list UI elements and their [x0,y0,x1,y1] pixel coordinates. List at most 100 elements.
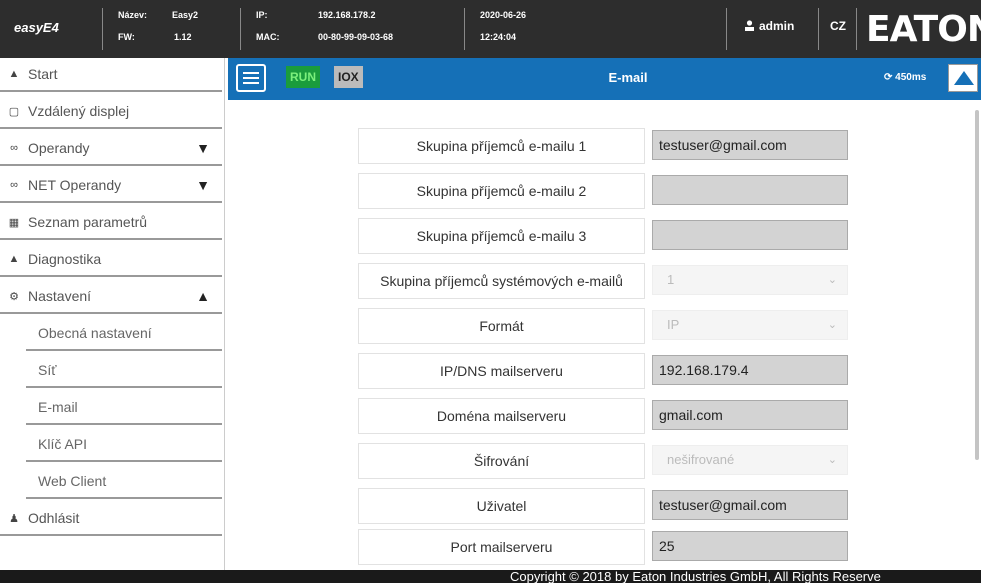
form-row: Skupina příjemců e-mailu 3 [358,218,856,254]
time-value: 12:24:04 [480,32,517,42]
system-recipient-group-select[interactable]: 1 ⌄ [652,265,848,295]
eaton-logo: EATON [866,8,981,50]
run-status-badge[interactable]: RUN [286,66,320,88]
field-label: Port mailserveru [358,529,645,565]
caret-down-icon: ▼ [196,140,210,156]
select-value: IP [667,317,680,332]
chevron-down-icon: ⌄ [827,454,837,466]
link-icon: ∞ [10,142,18,154]
username-input[interactable]: testuser@gmail.com [652,490,848,520]
sidebar-item-label: Start [28,66,58,82]
field-label: Doména mailserveru [358,398,645,434]
form-row: Port mailserveru 25 [358,529,856,565]
recipient-group-1-input[interactable]: testuser@gmail.com [652,130,848,160]
submenu-web-client[interactable]: Web Client [26,465,222,499]
user-icon: ♟ [9,512,19,525]
submenu-email[interactable]: E-mail [26,391,222,425]
form-row: Formát IP ⌄ [358,308,856,344]
form-row: Uživatel testuser@gmail.com [358,488,856,524]
recipient-group-3-input[interactable] [652,220,848,250]
mailserver-ip-input[interactable]: 192.168.179.4 [652,355,848,385]
scroll-up-button[interactable] [948,64,978,92]
field-label: Skupina příjemců e-mailu 2 [358,173,645,209]
format-select[interactable]: IP ⌄ [652,310,848,340]
refresh-icon: ⟳ [884,72,893,83]
header-divider [818,8,819,50]
hamburger-menu-icon[interactable] [236,64,266,92]
brand-name: easyE4 [14,20,59,35]
monitor-icon: ▢ [8,105,20,118]
sidebar-item-label: Diagnostika [28,251,102,267]
cycle-time: ⟳ 450ms [884,72,926,83]
submenu-api-key[interactable]: Klíč API [26,428,222,462]
mailserver-port-input[interactable]: 25 [652,531,848,561]
iox-status-badge[interactable]: IOX [334,66,363,88]
sidebar-item-label: Vzdálený displej [28,103,130,119]
field-label: Šifrování [358,443,645,479]
device-name-label: Název: [118,10,148,20]
top-header: easyE4 Název: Easy2 FW: 1.12 IP: 192.168… [0,0,981,58]
header-divider [856,8,857,50]
sidebar-item-label: Seznam parametrů [28,214,148,230]
sidebar-item-label: Nastavení [28,288,92,304]
page-title: E-mail [608,70,648,85]
submenu-network[interactable]: Síť [26,354,222,388]
user-menu[interactable]: admin [744,19,794,33]
sidebar-item-start[interactable]: ▲ Start [0,58,222,92]
mac-value: 00-80-99-09-03-68 [318,32,394,42]
language-selector[interactable]: CZ [830,19,846,33]
chevron-down-icon: ⌄ [827,274,837,286]
recipient-group-2-input[interactable] [652,175,848,205]
sidebar-item-label: Operandy [28,140,90,156]
warning-icon: ▲ [8,253,20,265]
field-label: Skupina příjemců e-mailu 3 [358,218,645,254]
caret-up-icon: ▲ [196,288,210,304]
copyright-text: Copyright © 2018 by Eaton Industries Gmb… [510,569,881,583]
sidebar-item-net-operands[interactable]: ∞ NET Operandy ▼ [0,169,222,203]
sidebar-item-remote-display[interactable]: ▢ Vzdálený displej [0,95,222,129]
home-icon: ▲ [8,68,20,80]
firmware-value: 1.12 [174,32,192,42]
date-value: 2020-06-26 [480,10,527,20]
chevron-down-icon: ⌄ [827,319,837,331]
sidebar: ▲ Start ▢ Vzdálený displej ∞ Operandy ▼ … [0,58,225,570]
header-divider [464,8,465,50]
sidebar-item-operands[interactable]: ∞ Operandy ▼ [0,132,222,166]
submenu-general-settings[interactable]: Obecná nastavení [26,317,222,351]
header-divider [240,8,241,50]
sidebar-item-diagnostics[interactable]: ▲ Diagnostika [0,243,222,277]
username: admin [759,19,795,33]
list-icon: ▦ [8,216,20,229]
form-row: Doména mailserveru gmail.com [358,398,856,434]
mac-label: MAC: [256,32,280,42]
field-label: IP/DNS mailserveru [358,353,645,389]
ip-value: 192.168.178.2 [318,10,376,20]
select-value: nešifrované [667,452,735,467]
form-row: IP/DNS mailserveru 192.168.179.4 [358,353,856,389]
footer: Copyright © 2018 by Eaton Industries Gmb… [0,569,981,583]
sidebar-item-label: Odhlásit [28,510,80,526]
field-label: Skupina příjemců e-mailu 1 [358,128,645,164]
sidebar-item-logout[interactable]: ♟ Odhlásit [0,502,222,536]
field-label: Skupina příjemců systémových e-mailů [358,263,645,299]
ip-label: IP: [256,10,268,20]
gear-icon: ⚙ [9,290,19,303]
form-row: Skupina příjemců e-mailu 1 testuser@gmai… [358,128,856,164]
header-divider [726,8,727,50]
sidebar-item-settings[interactable]: ⚙ Nastavení ▲ [0,280,222,314]
scrollbar[interactable] [975,110,979,460]
form-row: Skupina příjemců systémových e-mailů 1 ⌄ [358,263,856,299]
device-name-value: Easy2 [172,10,199,20]
mailserver-domain-input[interactable]: gmail.com [652,400,848,430]
cycle-time-value: 450ms [895,72,927,83]
header-divider [102,8,103,50]
sidebar-item-parameters[interactable]: ▦ Seznam parametrů [0,206,222,240]
title-bar: RUN IOX E-mail ⟳ 450ms [228,58,981,100]
user-icon [745,20,754,31]
field-label: Formát [358,308,645,344]
form-row: Šifrování nešifrované ⌄ [358,443,856,479]
sidebar-item-label: NET Operandy [28,177,122,193]
app-window: easyE4 Název: Easy2 FW: 1.12 IP: 192.168… [0,0,981,583]
encryption-select[interactable]: nešifrované ⌄ [652,445,848,475]
select-value: 1 [667,272,675,287]
